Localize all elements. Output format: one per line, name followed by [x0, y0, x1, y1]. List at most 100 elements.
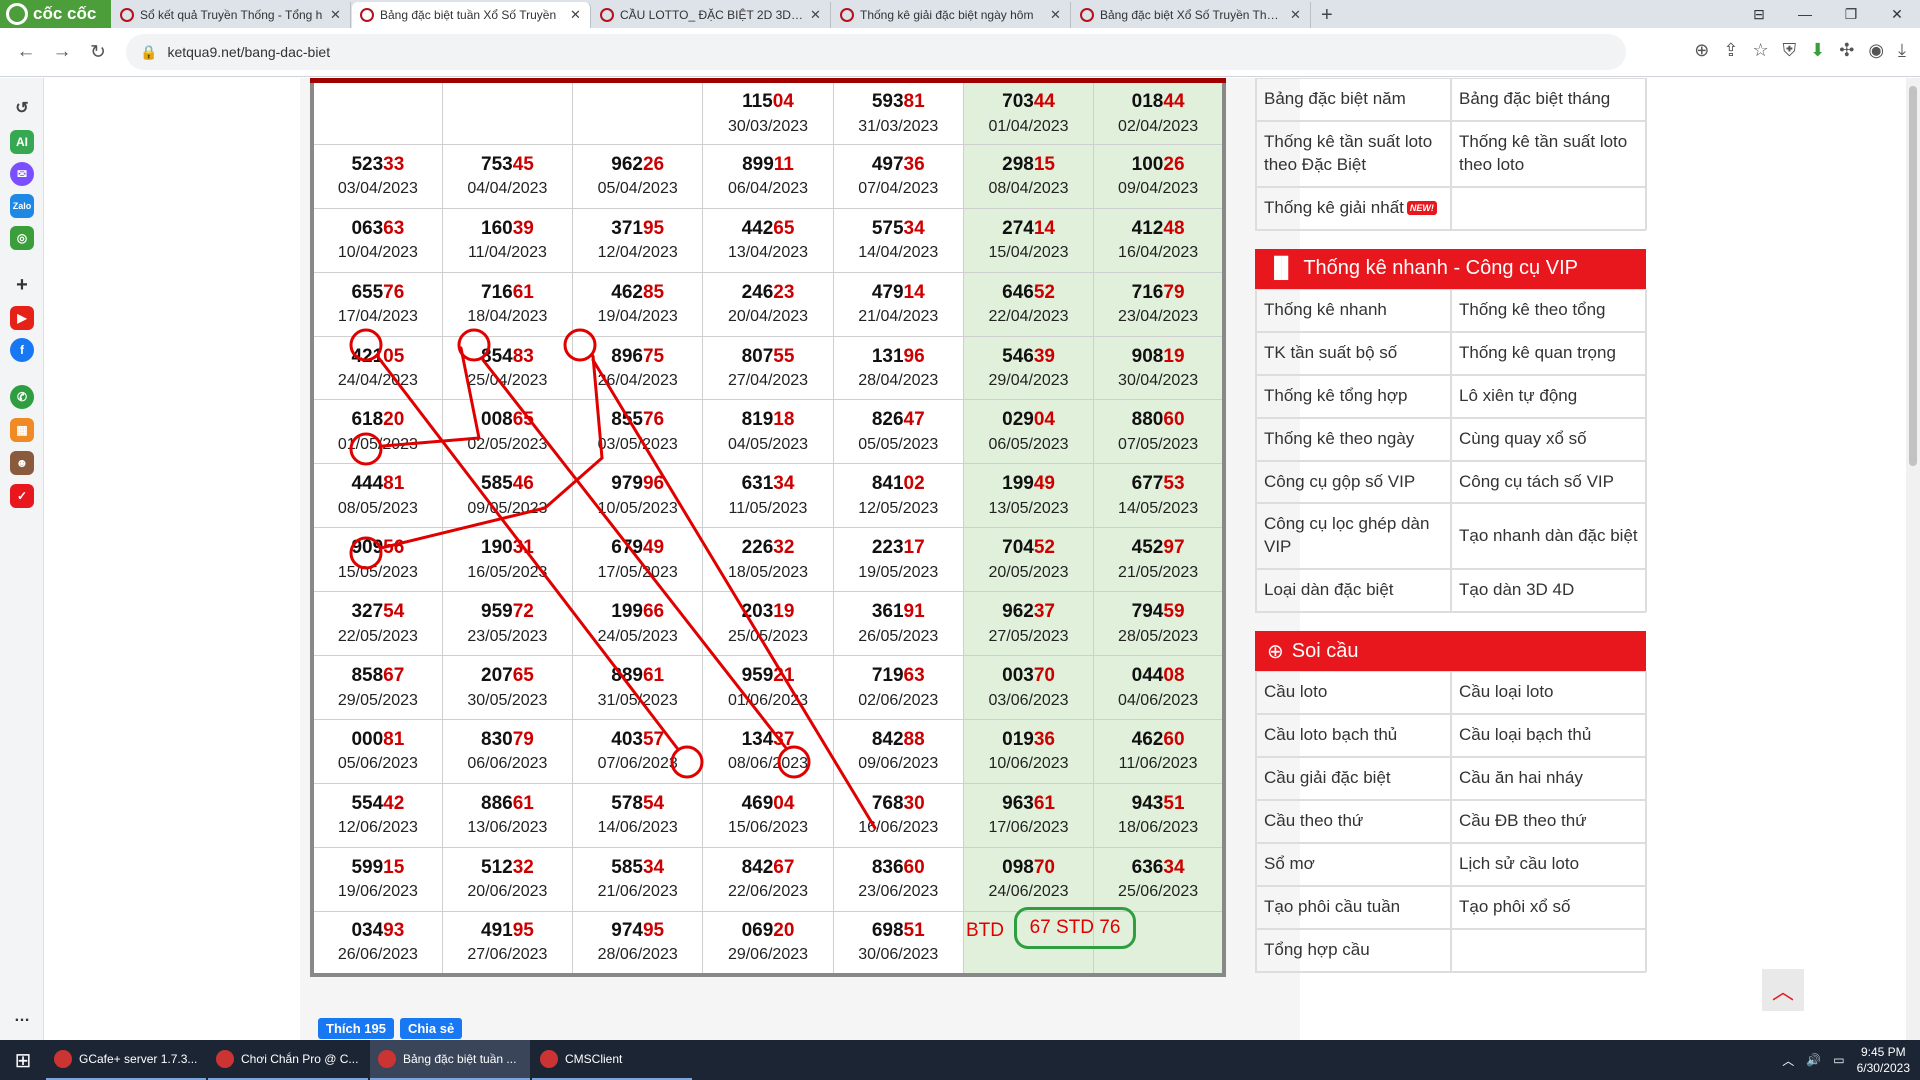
panel-link[interactable]: Thống kê nhanh — [1256, 288, 1451, 332]
special-prize-number: 32754 — [351, 601, 405, 623]
chat-icon[interactable]: ✆ — [10, 385, 34, 409]
close-window-button[interactable]: ✕ — [1874, 0, 1920, 28]
checklist-icon[interactable]: ✓ — [10, 484, 34, 508]
shopping-icon[interactable]: ▦ — [10, 418, 34, 442]
result-cell: 75345 04/04/2023 — [441, 143, 574, 209]
panel-link[interactable]: Thống kê tần suất loto theo loto — [1451, 120, 1647, 187]
tray-chevron-icon[interactable]: ︿ — [1782, 1052, 1794, 1069]
taskbar-item-0[interactable]: GCafe+ server 1.7.3... — [46, 1040, 206, 1080]
panel-link[interactable]: Thống kê tần suất loto theo Đặc Biệt — [1256, 120, 1451, 187]
downloads-icon[interactable]: ⤓ — [1898, 40, 1906, 61]
panel-link[interactable]: Công cụ tách số VIP — [1451, 460, 1647, 504]
special-prize-number: 82647 — [871, 409, 925, 431]
panel-link[interactable]: Tạo dàn 3D 4D — [1451, 569, 1647, 613]
close-tab-icon[interactable]: ✕ — [330, 7, 342, 23]
browser-tab-3[interactable]: Thống kê giải đặc biệt ngày hôm ✕ — [832, 2, 1071, 28]
panel-link[interactable]: Công cụ gộp số VIP — [1256, 460, 1451, 504]
panel-link[interactable]: TK tần suất bộ số — [1256, 331, 1451, 375]
like-button[interactable]: Thích 195 — [318, 1018, 394, 1039]
minimize-button[interactable]: — — [1782, 0, 1828, 28]
share-button[interactable]: Chia sẻ — [399, 1018, 463, 1039]
draw-date: 09/04/2023 — [1118, 180, 1199, 198]
profile-icon[interactable]: ◉ — [1868, 40, 1884, 61]
url-bar[interactable]: 🔒 ketqua9.net/bang-dac-biet — [126, 34, 1626, 70]
panel-link-label: Thống kê nhanh — [1264, 299, 1387, 319]
share-icon[interactable]: ⇪ — [1723, 40, 1738, 61]
facebook-icon[interactable]: f — [10, 338, 34, 362]
more-icon[interactable]: … — [10, 1005, 34, 1029]
taskbar-item-2[interactable]: Bảng đặc biệt tuần ... — [370, 1040, 530, 1080]
zoom-icon[interactable]: ⊕ — [1694, 40, 1709, 61]
taskbar-item-1[interactable]: Chơi Chắn Pro @ C... — [208, 1040, 368, 1080]
reload-button[interactable]: ↻ — [80, 41, 116, 64]
taskbar-item-3[interactable]: CMSClient — [532, 1040, 692, 1080]
panel-link[interactable]: Tạo phôi cầu tuần — [1256, 885, 1451, 929]
site-favicon-icon — [360, 8, 374, 22]
panel-link[interactable]: Cầu giải đặc biệt — [1256, 757, 1451, 801]
new-tab-button[interactable]: + — [1311, 2, 1343, 28]
browser-tab-0[interactable]: Sổ kết quả Truyền Thống - Tổng h ✕ — [112, 2, 351, 28]
forward-button[interactable]: → — [44, 41, 80, 63]
panel-link[interactable]: Cầu ĐB theo thứ — [1451, 800, 1647, 843]
panel-link[interactable]: Thống kê theo tổng — [1451, 288, 1647, 332]
maximize-button[interactable]: ❐ — [1828, 0, 1874, 28]
close-tab-icon[interactable]: ✕ — [570, 7, 582, 23]
youtube-icon[interactable]: ▶ — [10, 306, 34, 330]
panel-link[interactable]: Thống kê quan trọng — [1451, 331, 1647, 375]
panel-link-label: Công cụ lọc ghép dàn VIP — [1264, 514, 1430, 557]
special-prize-number: 88060 — [1131, 409, 1185, 431]
zalo-icon[interactable]: Zalo — [10, 194, 34, 218]
download-green-icon[interactable]: ⬇ — [1810, 40, 1825, 61]
bookmark-star-icon[interactable]: ☆ — [1752, 40, 1768, 61]
browser-logo[interactable]: cốc cốc — [0, 0, 111, 28]
history-icon[interactable]: ↺ — [10, 96, 34, 120]
panel-link[interactable]: Cầu loto bạch thủ — [1256, 714, 1451, 758]
result-cell: 89675 26/04/2023 — [572, 335, 704, 401]
close-tab-icon[interactable]: ✕ — [810, 7, 822, 23]
panel-link[interactable]: Tạo phôi xổ số — [1451, 885, 1647, 929]
panel-link[interactable]: Cùng quay xổ số — [1451, 417, 1647, 461]
panel-link[interactable]: Công cụ lọc ghép dàn VIP — [1256, 503, 1451, 570]
browser-tab-4[interactable]: Bảng đặc biệt Xổ Số Truyền Thống ✕ — [1072, 2, 1311, 28]
messenger-icon[interactable]: ✉ — [10, 162, 34, 186]
game-icon[interactable]: ◎ — [10, 226, 34, 250]
browser-tab-2[interactable]: CẦU LOTTO_ ĐẶC BIỆT 2D 3D 4D ✕ — [592, 2, 831, 28]
volume-icon[interactable]: 🔊 — [1806, 1053, 1821, 1067]
panel-link[interactable]: Lô xiên tự động — [1451, 374, 1647, 418]
shield-icon[interactable]: ⛨ — [1783, 40, 1797, 61]
panel-link[interactable]: Tạo nhanh dàn đặc biệt — [1451, 503, 1647, 570]
windows-start-button[interactable]: ⊞ — [0, 1048, 46, 1073]
tab-search-icon[interactable]: ⊟ — [1736, 0, 1782, 28]
panel-link[interactable]: Tổng hợp cầu — [1256, 928, 1451, 972]
panel-link[interactable]: Cầu loại bạch thủ — [1451, 714, 1647, 758]
back-button[interactable]: ← — [8, 41, 44, 63]
result-cell: 00370 03/06/2023 — [962, 655, 1095, 720]
panel-link[interactable]: Cầu theo thứ — [1256, 800, 1451, 843]
panel-link[interactable]: Thống kê giải nhất NEW! — [1256, 186, 1451, 230]
scroll-to-top-button[interactable]: ︿ — [1762, 969, 1804, 1011]
page-scrollbar[interactable] — [1906, 78, 1920, 1040]
panel-link[interactable]: Cầu loto — [1256, 671, 1451, 715]
panel-link[interactable]: Cầu loại loto — [1451, 671, 1647, 715]
panel-link[interactable]: Bảng đặc biệt tháng — [1451, 78, 1647, 121]
add-sidebar-icon[interactable]: + — [10, 273, 34, 297]
app-avatar-icon[interactable]: ☻ — [10, 451, 34, 475]
close-tab-icon[interactable]: ✕ — [1050, 7, 1062, 23]
browser-tab-1[interactable]: Bảng đặc biệt tuần Xổ Số Truyền ✕ — [352, 2, 591, 28]
ai-icon[interactable]: AI — [10, 130, 34, 154]
network-icon[interactable]: ▭ — [1833, 1053, 1844, 1067]
panel-link-label: Tổng hợp cầu — [1264, 939, 1370, 959]
clock[interactable]: 9:45 PM 6/30/2023 — [1857, 1044, 1910, 1076]
panel-link[interactable]: Thống kê theo ngày — [1256, 417, 1451, 461]
panel-link[interactable]: Thống kê tổng hợp — [1256, 374, 1451, 418]
close-tab-icon[interactable]: ✕ — [1290, 7, 1302, 23]
result-cell: 57854 14/06/2023 — [572, 782, 704, 848]
panel-link[interactable]: Sổ mơ — [1256, 843, 1451, 886]
special-prize-number: 57854 — [611, 792, 665, 814]
extensions-icon[interactable]: ✣ — [1839, 40, 1854, 61]
panel-link[interactable]: Cầu ăn hai nháy — [1451, 757, 1647, 801]
panel-link[interactable]: Bảng đặc biệt năm — [1256, 78, 1451, 121]
scrollbar-thumb[interactable] — [1909, 86, 1917, 466]
panel-link[interactable]: Lịch sử cầu loto — [1451, 843, 1647, 886]
panel-link[interactable]: Loại dàn đặc biệt — [1256, 569, 1451, 613]
